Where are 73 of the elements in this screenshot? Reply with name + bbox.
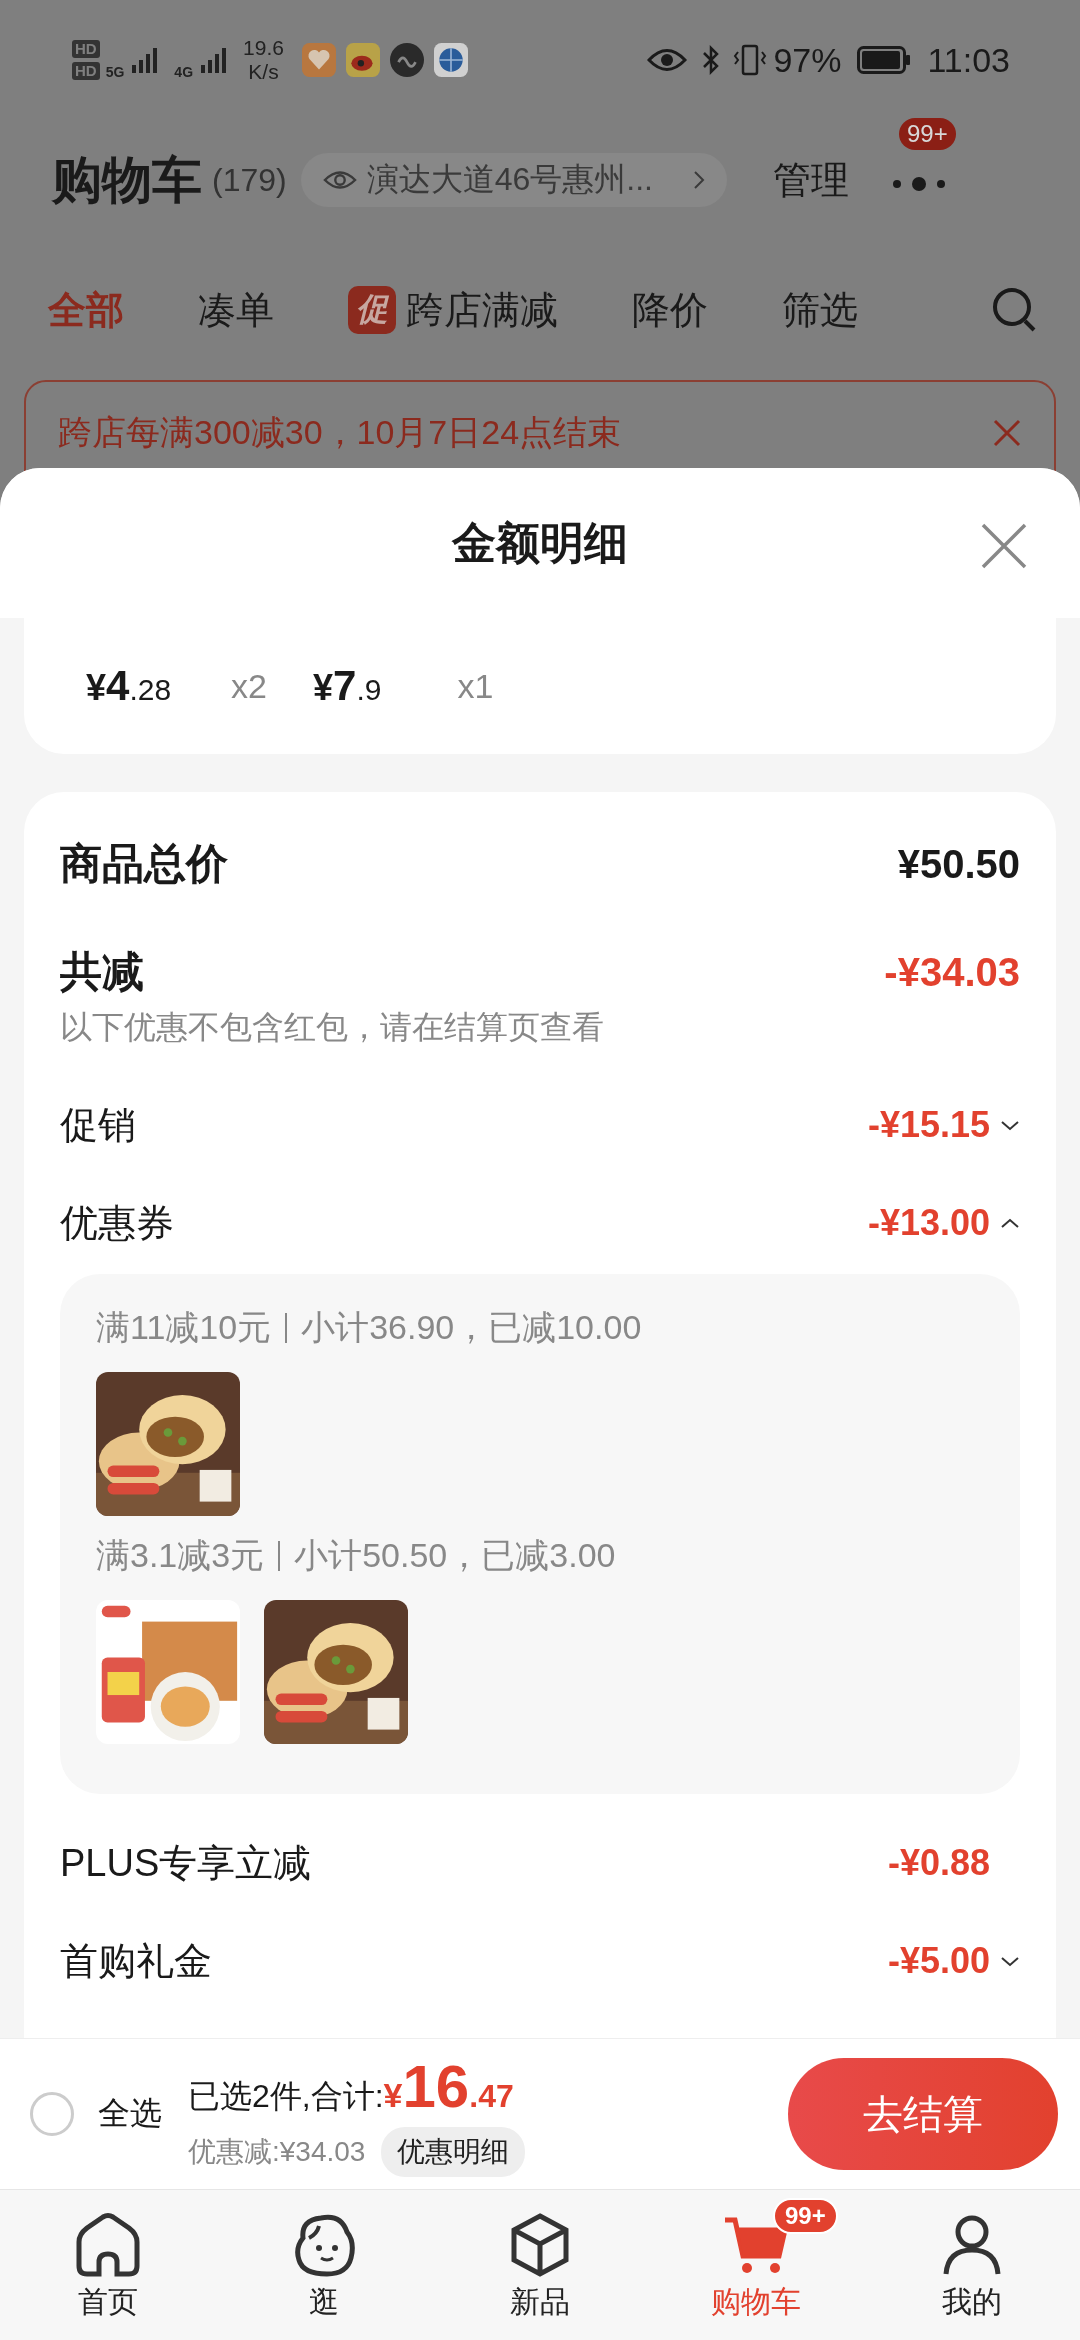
discount-type: PLUS专享立减 xyxy=(60,1840,312,1886)
checkout-button[interactable]: 去结算 xyxy=(788,2058,1058,2170)
filter-tab[interactable]: 促 跨店满减 xyxy=(348,284,558,336)
filter-tab[interactable]: 凑单 xyxy=(198,284,274,336)
discount-value: -¥5.00 xyxy=(887,1940,990,1982)
discount-value: -¥13.00 xyxy=(867,1202,990,1244)
network-speed: 19.6 xyxy=(243,36,284,60)
total-price: ¥16.47 xyxy=(383,2051,514,2121)
filter-tab[interactable]: 降价 xyxy=(632,284,708,336)
nav-tab[interactable]: 首页 xyxy=(0,2190,216,2340)
discount-type: 优惠券 xyxy=(60,1200,174,1246)
address-text: 演达大道46号惠州... xyxy=(366,160,653,199)
globe-app-icon xyxy=(433,43,468,77)
address-selector[interactable]: 演达大道46号惠州... xyxy=(300,153,727,207)
discount-value: -¥0.88 xyxy=(887,1842,990,1884)
item-price: ¥7.9 xyxy=(313,662,382,710)
battery-percent: 97% xyxy=(773,40,842,80)
eye-icon xyxy=(647,47,688,73)
battery-icon xyxy=(857,46,912,74)
filter-tab[interactable]: 筛选 xyxy=(782,284,858,336)
item-quantity: x2 xyxy=(231,666,268,706)
total-amount: ¥50.50 xyxy=(897,841,1020,887)
close-icon[interactable] xyxy=(980,522,1028,570)
speed-unit: K/s xyxy=(248,60,279,84)
clock: 11:03 xyxy=(927,40,1010,80)
select-all-label[interactable]: 全选 xyxy=(98,2092,162,2136)
page-title: 购物车 xyxy=(52,150,202,210)
discount-summary: 优惠减:¥34.03 xyxy=(188,2134,366,2169)
nav-tab[interactable]: 新品 xyxy=(432,2190,648,2340)
total-label: 商品总价 xyxy=(60,839,228,889)
discount-type: 首购礼金 xyxy=(60,1938,212,1984)
item-price: ¥4.28 xyxy=(86,662,172,710)
discount-note: 以下优惠不包含红包，请在结算页查看 xyxy=(60,1008,605,1047)
selected-summary: 已选2件,合计: xyxy=(188,2076,384,2116)
promo-tag: 促 xyxy=(348,286,396,334)
coupon-rule: 满11减10元 xyxy=(96,1307,272,1348)
promo-text: 跨店每满300减30，10月7日24点结束 xyxy=(58,412,622,453)
sim-label: HD xyxy=(72,40,100,58)
nav-label: 新品 xyxy=(510,2284,570,2320)
nav-tab[interactable]: 我的 xyxy=(864,2190,1080,2340)
nav-tab[interactable]: 99+ 购物车 xyxy=(648,2190,864,2340)
heart-app-icon xyxy=(301,43,336,77)
sheet-title: 金额明细 xyxy=(452,516,628,569)
chevron-icon[interactable] xyxy=(1000,1217,1020,1229)
chevron-icon[interactable] xyxy=(1000,1119,1020,1131)
discount-type: 促销 xyxy=(60,1102,136,1148)
discount-amount: -¥34.03 xyxy=(884,949,1020,995)
discount-label: 共减 xyxy=(60,947,144,997)
cart-badge: 99+ xyxy=(773,2198,838,2234)
coupon-subtotal: 小计36.90，已减10.00 xyxy=(301,1307,642,1348)
chevron-icon[interactable] xyxy=(1000,1955,1020,1967)
discount-detail-button[interactable]: 优惠明细 xyxy=(381,2126,526,2177)
nav-label: 逛 xyxy=(309,2284,339,2320)
infinity-app-icon xyxy=(389,43,424,77)
item-count: (179) xyxy=(212,161,287,199)
select-all-checkbox[interactable] xyxy=(30,2092,74,2136)
nav-tab[interactable]: 逛 xyxy=(216,2190,432,2340)
item-quantity: x1 xyxy=(457,666,494,706)
network-label: 4G xyxy=(174,64,194,80)
nav-label: 购物车 xyxy=(711,2284,801,2320)
coupon-subtotal: 小计50.50，已减3.00 xyxy=(294,1535,616,1576)
eye-app-icon xyxy=(345,43,380,77)
discount-value: -¥15.15 xyxy=(867,1104,990,1146)
nav-label: 首页 xyxy=(78,2284,138,2320)
coupon-rule: 满3.1减3元 xyxy=(96,1535,265,1576)
chevron-right-icon xyxy=(692,170,705,190)
eye-icon xyxy=(322,168,357,192)
manage-link[interactable]: 管理 xyxy=(772,154,849,206)
nav-label: 我的 xyxy=(942,2284,1002,2320)
notification-badge: 99+ xyxy=(898,118,956,150)
sim-label: HD xyxy=(72,62,100,80)
vibrate-icon xyxy=(733,44,768,76)
network-label: 5G xyxy=(105,64,125,80)
